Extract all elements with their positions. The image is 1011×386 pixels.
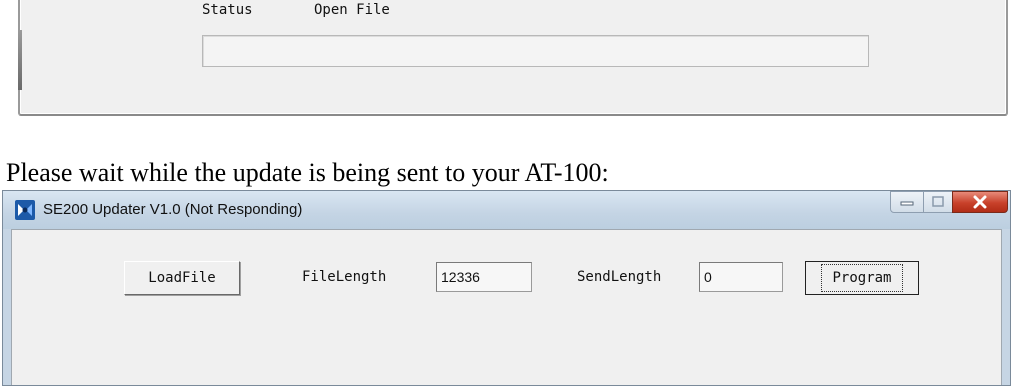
load-file-label: LoadFile — [148, 270, 216, 286]
title-bar[interactable]: SE200 Updater V1.0 (Not Responding) — [3, 191, 1010, 229]
close-button[interactable] — [952, 191, 1008, 213]
status-value: Open File — [314, 2, 390, 18]
send-length-field[interactable]: 0 — [699, 262, 783, 292]
program-label: Program — [821, 264, 903, 292]
window-title: SE200 Updater V1.0 (Not Responding) — [43, 201, 303, 218]
maximize-button[interactable] — [923, 191, 953, 213]
status-label: Status — [202, 2, 253, 18]
send-length-label: SendLength — [577, 269, 662, 285]
program-button[interactable]: Program — [805, 261, 919, 295]
file-length-label: FileLength — [302, 269, 387, 285]
app-logo-icon — [15, 200, 35, 220]
instruction-text: . Please wait while the update is being … — [0, 158, 609, 187]
minimize-button[interactable] — [890, 191, 924, 213]
window-client-area: LoadFile FileLength 12336 SendLength 0 P… — [11, 229, 1002, 385]
progress-bar — [202, 35, 869, 67]
updater-window: SE200 Updater V1.0 (Not Responding) Load… — [2, 190, 1011, 386]
window-edge — [18, 30, 22, 90]
caption-buttons — [890, 191, 1008, 215]
load-file-button[interactable]: LoadFile — [124, 261, 240, 295]
maximize-icon — [932, 196, 944, 207]
file-length-field[interactable]: 12336 — [436, 262, 532, 292]
close-icon — [973, 195, 987, 209]
previous-dialog-window: Status Open File — [18, 0, 1008, 116]
minimize-icon — [900, 201, 914, 206]
